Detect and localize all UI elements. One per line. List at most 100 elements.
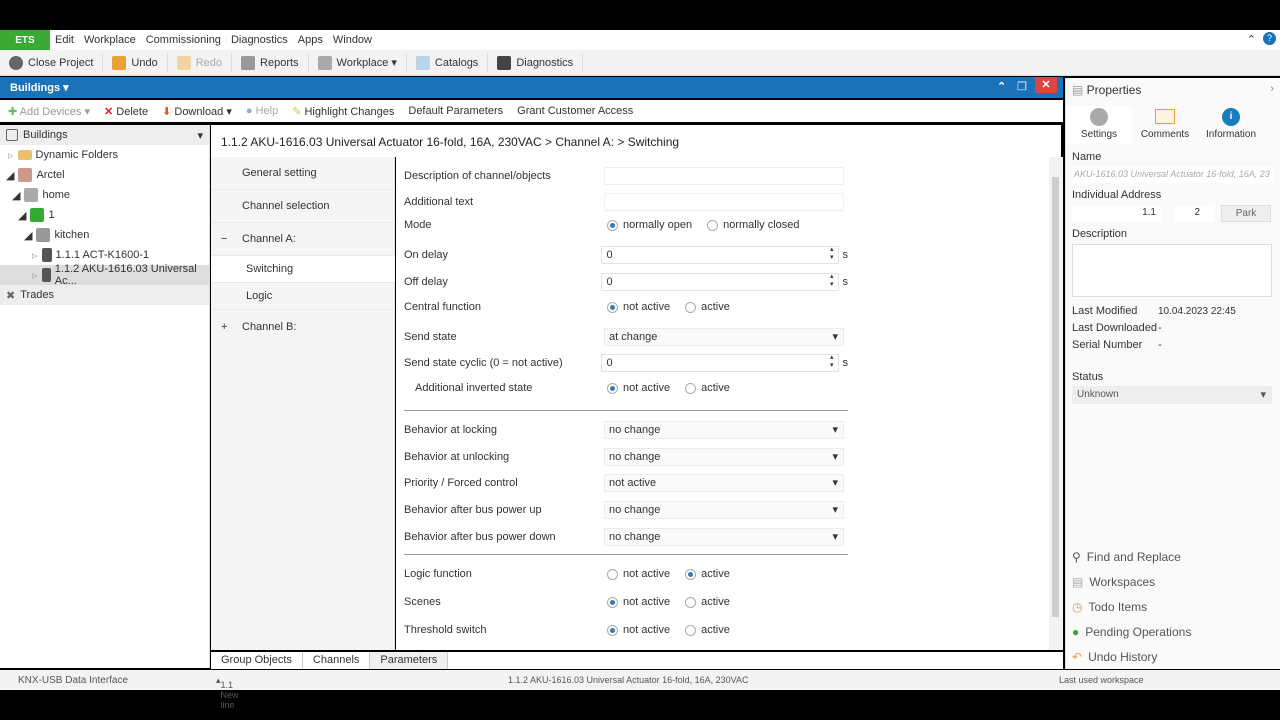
diagnostics-button[interactable]: Diagnostics [488, 52, 584, 73]
radio-active[interactable]: active [685, 596, 730, 608]
tab-comments[interactable]: Comments [1132, 106, 1198, 140]
menu-edit[interactable]: Edit [50, 34, 79, 46]
cyclic-input[interactable]: 0 [601, 354, 839, 372]
label: Redo [195, 56, 223, 69]
tree-item-floor[interactable]: ◢ 1 [0, 205, 209, 225]
vertical-scrollbar[interactable] [1049, 157, 1063, 650]
label: 1 [48, 209, 55, 221]
close-project-button[interactable]: Close Project [0, 52, 104, 73]
radio-normally-open[interactable]: normally open [607, 219, 692, 231]
minimize-icon[interactable]: ⌃ [997, 80, 1006, 93]
menu-commissioning[interactable]: Commissioning [141, 34, 226, 46]
address-device-input[interactable]: 2 [1174, 205, 1214, 222]
radio-normally-closed[interactable]: normally closed [707, 219, 800, 231]
tab-information[interactable]: i Information [1198, 106, 1264, 140]
tab-parameters[interactable]: Parameters [370, 652, 449, 669]
channel-nav: General setting Channel selection − Chann… [211, 157, 395, 650]
description-textarea[interactable] [1072, 244, 1272, 297]
collapse-icon[interactable]: − [221, 233, 242, 245]
chevron-down-icon[interactable]: ▾ [197, 129, 203, 142]
label: Download [174, 105, 224, 118]
expand-icon[interactable]: + [221, 321, 242, 333]
unit: s [842, 249, 849, 261]
nav-logic[interactable]: Logic [211, 283, 394, 310]
unlocking-select[interactable]: no change [604, 448, 844, 466]
find-replace-link[interactable]: ⚲ Find and Replace [1072, 550, 1181, 564]
additional-text-input[interactable] [604, 193, 844, 211]
radio-active[interactable]: active [685, 301, 730, 313]
reports-button[interactable]: Reports [232, 52, 309, 73]
collapse-ribbon-icon[interactable]: ⌃ [1247, 33, 1256, 46]
radio-not-active[interactable]: not active [607, 301, 670, 313]
status-select[interactable]: Unknown [1072, 386, 1272, 404]
description-input[interactable] [604, 167, 844, 185]
undo-button[interactable]: Undo [103, 52, 168, 73]
bus-down-select[interactable]: no change [604, 528, 844, 546]
workplace-button[interactable]: Workplace ▾ [309, 52, 407, 73]
radio-not-active[interactable]: not active [607, 624, 670, 636]
nav-switching[interactable]: Switching [211, 256, 395, 283]
restore-icon[interactable]: ❐ [1017, 80, 1027, 93]
download-button[interactable]: ⬇ Download ▾ [162, 105, 232, 118]
radio-not-active[interactable]: not active [607, 382, 670, 394]
delete-button[interactable]: ✕ Delete [104, 105, 148, 118]
panel-title[interactable]: Buildings ▾ [10, 81, 69, 94]
help-icon[interactable]: ? [1263, 32, 1276, 45]
highlight-changes-button[interactable]: ✎ Highlight Changes [292, 105, 394, 118]
add-devices-button[interactable]: ✚ Add Devices ▾ [8, 105, 90, 118]
close-icon[interactable]: ✕ [1035, 77, 1057, 93]
redo-button[interactable]: Redo [168, 52, 233, 73]
park-button[interactable]: Park [1221, 205, 1271, 222]
pending-operations-link[interactable]: ● Pending Operations [1072, 625, 1191, 639]
default-parameters-button[interactable]: Default Parameters [408, 105, 503, 117]
off-delay-input[interactable]: 0 [601, 273, 839, 291]
nav-channel-selection[interactable]: Channel selection [211, 190, 394, 223]
label: Arctel [36, 169, 65, 181]
tree-item-device[interactable]: ▹ 1.1.1 ACT-K1600-1 [0, 245, 209, 265]
last-modified-value: 10.04.2023 22:45 [1158, 306, 1236, 317]
menu-diagnostics[interactable]: Diagnostics [226, 34, 293, 46]
tree-item-dynamic-folders[interactable]: ▹ Dynamic Folders [0, 145, 209, 165]
help-button[interactable]: ● Help [246, 105, 278, 117]
radio-not-active[interactable]: not active [607, 596, 670, 608]
priority-select[interactable]: not active [604, 474, 844, 492]
todo-items-link[interactable]: ◷ Todo Items [1072, 600, 1147, 614]
menu-window[interactable]: Window [328, 34, 377, 46]
send-state-select[interactable]: at change [604, 328, 844, 346]
nav-general-setting[interactable]: General setting [211, 157, 394, 190]
tree-item-arctel[interactable]: ◢ Arctel [0, 165, 209, 185]
radio-active[interactable]: active [685, 568, 730, 580]
scroll-thumb[interactable] [1052, 177, 1059, 617]
on-delay-input[interactable]: 0 [601, 246, 839, 264]
chevron-right-icon[interactable]: › [1270, 83, 1274, 95]
grant-customer-access-button[interactable]: Grant Customer Access [517, 105, 633, 117]
bus-up-select[interactable]: no change [604, 501, 844, 519]
locking-select[interactable]: no change [604, 421, 844, 439]
radio-active[interactable]: active [685, 624, 730, 636]
param-description: Description of channel/objects [404, 167, 848, 185]
line-status[interactable]: ▴ 1.1 New line [216, 675, 239, 710]
tab-settings[interactable]: Settings [1066, 106, 1132, 144]
interface-status[interactable]: KNX-USB Data Interface [18, 675, 128, 686]
tree-header[interactable]: Buildings ▾ [0, 125, 209, 145]
name-input[interactable]: AKU-1616.03 Universal Actuator 16-fold, … [1072, 167, 1274, 183]
address-area-input[interactable]: 1.1 [1072, 205, 1162, 222]
trades-header[interactable]: ✖ Trades [0, 285, 209, 305]
properties-title: ▤ Properties [1072, 83, 1142, 97]
radio-not-active[interactable]: not active [607, 568, 670, 580]
tab-group-objects[interactable]: Group Objects [211, 652, 303, 669]
tree-item-kitchen[interactable]: ◢ kitchen [0, 225, 209, 245]
menu-apps[interactable]: Apps [293, 34, 328, 46]
radio-active[interactable]: active [685, 382, 730, 394]
workspaces-link[interactable]: ▤ Workspaces [1072, 575, 1155, 589]
menu-workplace[interactable]: Workplace [79, 34, 141, 46]
nav-channel-b[interactable]: + Channel B: [211, 310, 394, 343]
undo-history-link[interactable]: ↶ Undo History [1072, 650, 1157, 664]
nav-channel-a[interactable]: − Channel A: [211, 223, 394, 256]
tree-item-device-selected[interactable]: ▹ 1.1.2 AKU-1616.03 Universal Ac... [0, 263, 209, 287]
ets-logo[interactable]: ETS [0, 30, 50, 50]
workspace-status[interactable]: Last used workspace [1059, 675, 1144, 685]
catalogs-button[interactable]: Catalogs [407, 52, 489, 73]
tab-channels[interactable]: Channels [303, 652, 371, 669]
tree-item-home[interactable]: ◢ home [0, 185, 209, 205]
